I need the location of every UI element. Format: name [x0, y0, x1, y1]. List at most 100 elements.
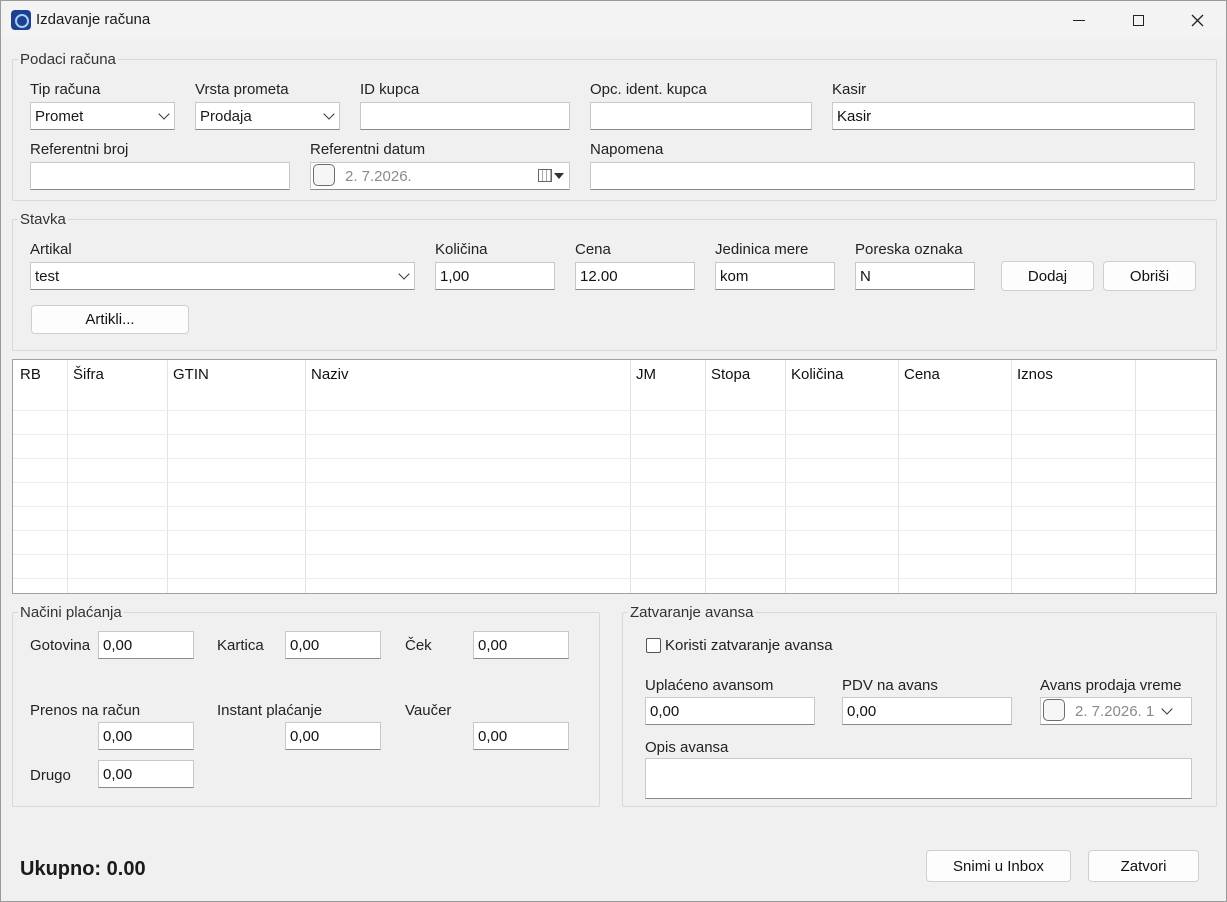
note-input[interactable] — [590, 162, 1195, 190]
window-title: Izdavanje računa — [36, 11, 151, 28]
column-header-name[interactable]: Naziv — [311, 366, 349, 383]
reference-date-checkbox[interactable] — [313, 164, 335, 186]
cash-input[interactable]: 0,00 — [98, 631, 194, 659]
col-divider — [785, 360, 786, 593]
note-label: Napomena — [590, 141, 664, 158]
invoice-data-group-label: Podaci računa — [18, 51, 118, 68]
column-header-code[interactable]: Šifra — [73, 366, 104, 383]
column-header-rate[interactable]: Stopa — [711, 366, 750, 383]
close-icon — [1191, 14, 1203, 26]
row-divider — [13, 482, 1216, 483]
quantity-label: Količina — [435, 241, 488, 258]
check-input[interactable]: 0,00 — [473, 631, 569, 659]
row-divider — [13, 410, 1216, 411]
row-divider — [13, 506, 1216, 507]
row-divider — [13, 554, 1216, 555]
minimize-button[interactable] — [1050, 1, 1108, 39]
price-label: Cena — [575, 241, 611, 258]
reference-date-value: 2. 7.2026. — [345, 168, 412, 185]
article-select[interactable]: test — [30, 262, 415, 290]
quantity-input[interactable]: 1,00 — [435, 262, 555, 290]
buyer-id-input[interactable] — [360, 102, 570, 130]
cashier-label: Kasir — [832, 81, 867, 98]
unit-input[interactable]: kom — [715, 262, 835, 290]
add-item-button[interactable]: Dodaj — [1001, 261, 1094, 291]
card-input[interactable]: 0,00 — [285, 631, 381, 659]
reference-number-input[interactable] — [30, 162, 290, 190]
col-divider — [630, 360, 631, 593]
calendar-icon[interactable] — [538, 169, 552, 182]
advance-sale-time-picker[interactable]: 2. 7.2026. 1 — [1040, 697, 1192, 725]
voucher-input[interactable]: 0,00 — [473, 722, 569, 750]
tax-label-label: Poreska oznaka — [855, 241, 963, 258]
tax-label-input[interactable]: N — [855, 262, 975, 290]
reference-date-picker[interactable]: 2. 7.2026. — [310, 162, 570, 190]
col-divider — [705, 360, 706, 593]
cash-label: Gotovina — [30, 637, 91, 654]
row-divider — [13, 434, 1216, 435]
invoice-type-select[interactable]: Promet — [30, 102, 175, 130]
cashier-input[interactable]: Kasir — [832, 102, 1195, 130]
unit-label: Jedinica mere — [715, 241, 809, 258]
invoice-window: Izdavanje računa Podaci računa Tip račun… — [0, 0, 1227, 902]
close-button[interactable] — [1168, 1, 1226, 39]
delete-item-button[interactable]: Obriši — [1103, 261, 1196, 291]
wire-transfer-input[interactable]: 0,00 — [98, 722, 194, 750]
article-label: Artikal — [30, 241, 72, 258]
advance-paid-label: Uplaćeno avansom — [645, 677, 774, 694]
column-header-unit[interactable]: JM — [636, 366, 656, 383]
voucher-label: Vaučer — [405, 702, 452, 719]
items-table[interactable]: RB Šifra GTIN Naziv JM Stopa Količina Ce… — [12, 359, 1217, 594]
check-label: Ček — [405, 637, 432, 654]
total-amount: Ukupno: 0.00 — [20, 858, 146, 880]
col-divider — [305, 360, 306, 593]
use-advance-checkbox[interactable] — [646, 638, 661, 653]
item-group-label: Stavka — [18, 211, 68, 228]
chevron-down-icon — [398, 268, 410, 280]
title-bar: Izdavanje računa — [1, 1, 1226, 39]
row-divider — [13, 578, 1216, 579]
close-dialog-button[interactable]: Zatvori — [1088, 850, 1199, 882]
column-header-rb[interactable]: RB — [20, 366, 41, 383]
invoice-type-label: Tip računa — [30, 81, 101, 98]
row-divider — [13, 458, 1216, 459]
instant-payment-input[interactable]: 0,00 — [285, 722, 381, 750]
advance-vat-input[interactable]: 0,00 — [842, 697, 1012, 725]
advance-description-input[interactable] — [645, 758, 1192, 799]
transaction-type-value: Prodaja — [200, 108, 252, 125]
chevron-down-icon — [158, 108, 170, 120]
col-divider — [1135, 360, 1136, 593]
instant-payment-label: Instant plaćanje — [217, 702, 323, 719]
advance-paid-input[interactable]: 0,00 — [645, 697, 815, 725]
chevron-down-icon — [1161, 703, 1173, 715]
col-divider — [167, 360, 168, 593]
advance-sale-time-checkbox[interactable] — [1043, 699, 1065, 721]
transaction-type-select[interactable]: Prodaja — [195, 102, 340, 130]
column-header-amount[interactable]: Iznos — [1017, 366, 1053, 383]
transaction-type-label: Vrsta prometa — [195, 81, 289, 98]
invoice-type-value: Promet — [35, 108, 84, 125]
col-divider — [1011, 360, 1012, 593]
advance-description-label: Opis avansa — [645, 739, 729, 756]
advance-closing-group-label: Zatvaranje avansa — [628, 604, 756, 621]
use-advance-label[interactable]: Koristi zatvaranje avansa — [665, 637, 833, 654]
card-label: Kartica — [217, 637, 264, 654]
advance-sale-time-label: Avans prodaja vreme — [1040, 677, 1182, 694]
save-to-inbox-button[interactable]: Snimi u Inbox — [926, 850, 1071, 882]
optional-buyer-id-input[interactable] — [590, 102, 812, 130]
other-input[interactable]: 0,00 — [98, 760, 194, 788]
col-divider — [67, 360, 68, 593]
chevron-down-icon — [554, 173, 564, 179]
row-divider — [13, 530, 1216, 531]
price-input[interactable]: 12.00 — [575, 262, 695, 290]
advance-sale-time-value: 2. 7.2026. 1 — [1075, 703, 1155, 720]
column-header-gtin[interactable]: GTIN — [173, 366, 209, 383]
chevron-down-icon — [323, 108, 335, 120]
article-value: test — [35, 268, 60, 285]
column-header-quantity[interactable]: Količina — [791, 366, 844, 383]
maximize-button[interactable] — [1109, 1, 1167, 39]
column-header-price[interactable]: Cena — [904, 366, 940, 383]
payment-methods-group-label: Načini plaćanja — [18, 604, 124, 621]
other-label: Drugo — [30, 767, 71, 784]
articles-button[interactable]: Artikli... — [31, 305, 189, 334]
